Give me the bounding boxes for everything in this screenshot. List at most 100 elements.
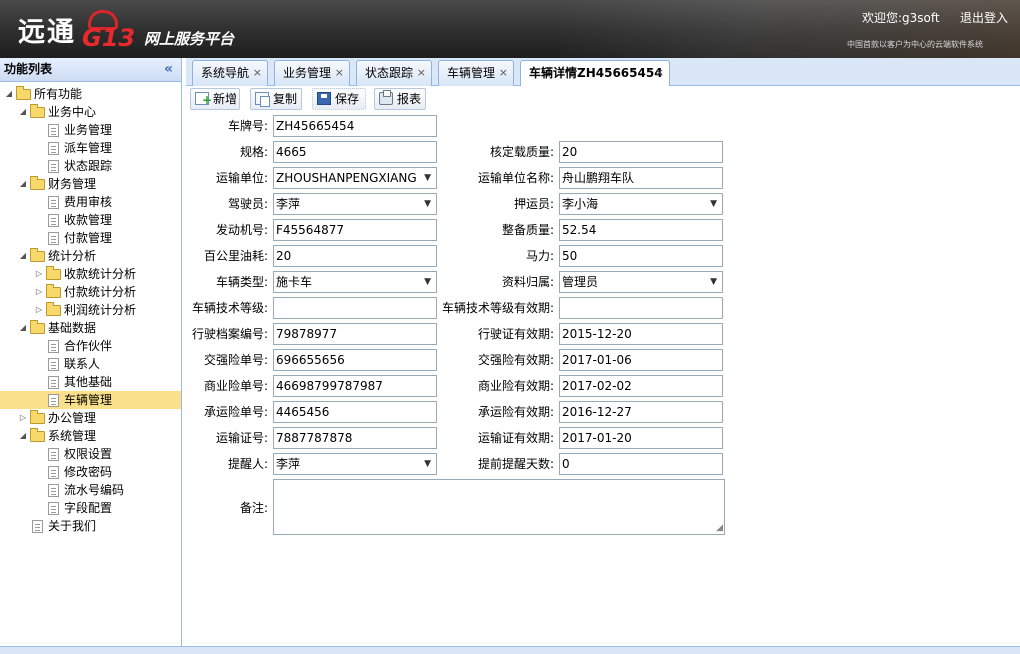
tab[interactable]: 状态跟踪 × (356, 60, 432, 86)
compulsory-ins-expiry-input[interactable]: 2017-01-06 (559, 349, 723, 371)
fuel-per-100km-value: 20 (276, 249, 292, 263)
logout-link[interactable]: 退出登入 (960, 9, 1008, 26)
vehicle-type-value: 施卡车 (276, 275, 313, 289)
tree-node-label: 费用审核 (64, 195, 113, 209)
curb-weight-value: 52.54 (562, 223, 597, 237)
folder-icon (30, 410, 45, 424)
platform-name: 网上服务平台 (144, 30, 235, 48)
data-owner-value: 管理员 (562, 275, 599, 289)
file-icon (48, 502, 59, 515)
license-file-no-label: 行驶档案编号: (191, 327, 268, 341)
escort-value: 李小海 (562, 197, 599, 211)
brand-logo: G13 (76, 10, 135, 52)
collapsed-arrow-icon[interactable]: ▷ (34, 301, 44, 319)
compulsory-ins-no-label: 交强险单号: (203, 353, 268, 367)
file-icon (48, 376, 59, 389)
license-valid-until-input[interactable]: 2015-12-20 (559, 323, 723, 345)
close-icon[interactable]: × (335, 61, 344, 85)
tree-node-label: 派车管理 (64, 141, 113, 155)
close-icon[interactable]: × (499, 61, 508, 85)
tech-grade-expiry-input[interactable] (559, 297, 723, 319)
expanded-arrow-icon[interactable]: ◢ (18, 247, 28, 265)
toolbar: 新增 复制 保存 报表 (186, 86, 1020, 114)
tree-node-label: 统计分析 (48, 249, 97, 263)
new-icon (195, 90, 212, 110)
collapsed-arrow-icon[interactable]: ▷ (34, 283, 44, 301)
tree-node-label: 修改密码 (64, 465, 113, 479)
advance-days-input[interactable]: 0 (559, 453, 723, 475)
save-button[interactable]: 保存 (312, 88, 366, 110)
commercial-ins-no-value: 46698799787987 (276, 379, 383, 393)
tree-node-label: 付款管理 (64, 231, 113, 245)
chevron-down-icon[interactable]: ▼ (710, 272, 717, 292)
tab-label: 状态跟踪 (365, 66, 414, 80)
rated-load-label: 核定载质量: (489, 145, 554, 159)
tree-node-label: 车辆管理 (64, 393, 113, 407)
tree-node-label: 财务管理 (48, 177, 97, 191)
app-header: 远通 G13 网上服务平台 欢迎您:g3soft 退出登入 中国首款以客户为中心… (0, 0, 1020, 58)
compulsory-ins-expiry-value: 2017-01-06 (562, 353, 632, 367)
compulsory-ins-no-value: 696655656 (276, 353, 345, 367)
engine-no-value: F45564877 (276, 223, 344, 237)
tab[interactable]: 系统导航 × (192, 60, 268, 86)
brand-logo-text: G13 (82, 24, 136, 52)
close-icon[interactable]: × (655, 61, 664, 85)
escort-select[interactable]: 李小海 ▼ (559, 193, 723, 215)
file-icon (48, 484, 59, 497)
transport-cert-expiry-input[interactable]: 2017-01-20 (559, 427, 723, 449)
new-button[interactable]: 新增 (190, 88, 240, 110)
transport-unit-label: 运输单位: (215, 171, 268, 185)
copy-button-label: 复制 (273, 92, 298, 106)
horsepower-input[interactable]: 50 (559, 245, 723, 267)
carrier-ins-expiry-input[interactable]: 2016-12-27 (559, 401, 723, 423)
expanded-arrow-icon[interactable]: ◢ (18, 319, 28, 337)
copy-button[interactable]: 复制 (250, 88, 302, 110)
transport-unit-name-input[interactable]: 舟山鹏翔车队 (559, 167, 723, 189)
tree-node-label: 收款管理 (64, 213, 113, 227)
panel-header: 功能列表 « (0, 58, 181, 82)
tree-node[interactable]: ◢ 所有功能 (0, 85, 181, 103)
double-chevron-left-icon[interactable]: « (164, 58, 173, 81)
tree-node[interactable]: 关于我们 (0, 517, 181, 535)
file-icon (48, 142, 59, 155)
tree-node-label: 基础数据 (48, 321, 97, 335)
remark-textarea[interactable]: ◢ (273, 479, 725, 535)
commercial-ins-expiry-input[interactable]: 2017-02-02 (559, 375, 723, 397)
spec-label: 规格: (239, 145, 268, 159)
horsepower-label: 马力: (525, 249, 554, 263)
expanded-arrow-icon[interactable]: ◢ (18, 175, 28, 193)
tab[interactable]: 车辆管理 × (438, 60, 514, 86)
tab[interactable]: 业务管理 × (274, 60, 350, 86)
close-icon[interactable]: × (417, 61, 426, 85)
license-valid-until-label: 行驶证有效期: (477, 327, 554, 341)
collapsed-arrow-icon[interactable]: ▷ (34, 265, 44, 283)
tab-label: 车辆详情ZH45665454 (529, 66, 663, 80)
welcome-text: 欢迎您:g3soft (862, 11, 940, 25)
expanded-arrow-icon[interactable]: ◢ (18, 103, 28, 121)
rated-load-input[interactable]: 20 (559, 141, 723, 163)
report-button[interactable]: 报表 (374, 88, 426, 110)
tree-node-label: 业务管理 (64, 123, 113, 137)
close-icon[interactable]: × (253, 61, 262, 85)
save-icon (317, 92, 331, 105)
chevron-down-icon[interactable]: ▼ (710, 194, 717, 214)
resize-handle-icon[interactable]: ◢ (716, 524, 723, 533)
carrier-ins-expiry-value: 2016-12-27 (562, 405, 632, 419)
compulsory-ins-expiry-label: 交强险有效期: (477, 353, 554, 367)
collapsed-arrow-icon[interactable]: ▷ (18, 409, 28, 427)
plate-no-input[interactable]: ZH45665454 (273, 115, 437, 137)
license-file-no-value: 79878977 (276, 327, 338, 341)
tree-node-label: 所有功能 (34, 87, 83, 101)
expanded-arrow-icon[interactable]: ◢ (18, 427, 28, 445)
tree-node-label: 关于我们 (48, 519, 97, 533)
fuel-per-100km-label: 百公里油耗: (203, 249, 268, 263)
data-owner-select[interactable]: 管理员 ▼ (559, 271, 723, 293)
expanded-arrow-icon[interactable]: ◢ (4, 85, 14, 103)
advance-days-value: 0 (562, 457, 570, 471)
tab[interactable]: 车辆详情ZH45665454 × (520, 60, 670, 87)
tree-node-label: 系统管理 (48, 429, 97, 443)
tree-node-label: 联系人 (64, 357, 101, 371)
curb-weight-input[interactable]: 52.54 (559, 219, 723, 241)
report-button-label: 报表 (397, 92, 422, 106)
folder-icon (30, 248, 45, 262)
